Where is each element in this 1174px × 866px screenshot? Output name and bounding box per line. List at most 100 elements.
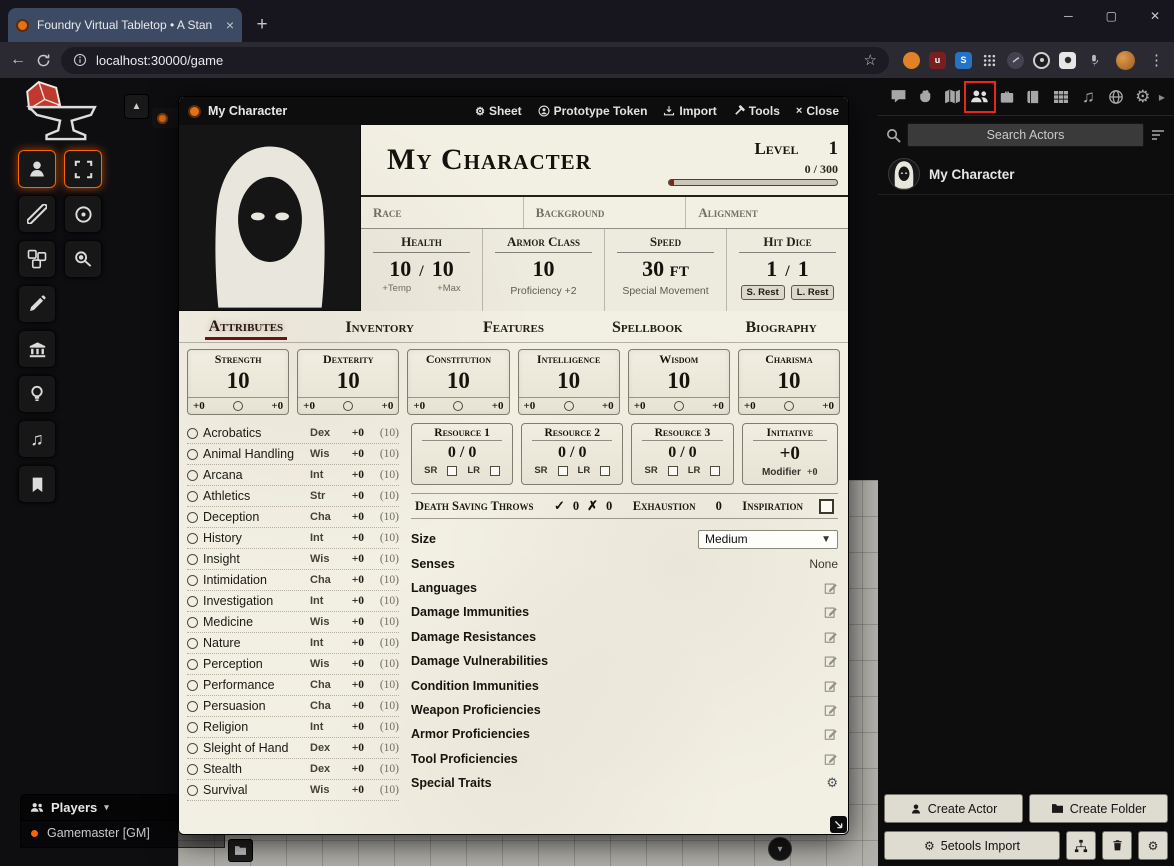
browser-menu-icon[interactable]: ⋮ — [1149, 51, 1164, 69]
hp-current[interactable]: 10 — [389, 257, 411, 281]
hp-tempmax-label[interactable]: +Max — [437, 283, 461, 294]
ext-icon-6[interactable] — [1033, 52, 1050, 69]
ability-proficiency-toggle[interactable] — [564, 401, 574, 411]
select-tool-button[interactable] — [64, 150, 102, 188]
resource-label[interactable]: Resource 1 — [422, 427, 502, 441]
ability-proficiency-toggle[interactable] — [674, 401, 684, 411]
skill-proficiency-toggle[interactable] — [187, 722, 198, 733]
skill-proficiency-toggle[interactable] — [187, 428, 198, 439]
ability-name[interactable]: Dexterity — [298, 352, 398, 367]
edit-icon[interactable] — [824, 752, 838, 766]
skill-proficiency-toggle[interactable] — [187, 470, 198, 481]
sr-checkbox[interactable] — [558, 466, 568, 476]
combat-tab[interactable] — [914, 86, 936, 108]
skill-row[interactable]: Persuasion Cha +0 (10) — [187, 696, 399, 717]
skill-row[interactable]: Investigation Int +0 (10) — [187, 591, 399, 612]
delete-button[interactable] — [1102, 831, 1132, 860]
sr-checkbox[interactable] — [668, 466, 678, 476]
chat-tab[interactable] — [887, 86, 909, 108]
walls-controls-button[interactable] — [18, 330, 56, 368]
reload-button[interactable] — [36, 53, 51, 68]
long-rest-button[interactable]: L. Rest — [791, 285, 835, 300]
skill-proficiency-toggle[interactable] — [187, 575, 198, 586]
ext-icon-1[interactable] — [903, 52, 920, 69]
skill-row[interactable]: Perception Wis +0 (10) — [187, 654, 399, 675]
prototype-token-button[interactable]: Prototype Token — [538, 104, 648, 118]
measure-controls-button[interactable] — [18, 195, 56, 233]
resource-value[interactable]: 0 — [558, 444, 566, 461]
window-resize-handle[interactable] — [830, 816, 847, 833]
ability-score-input[interactable]: 10 — [739, 367, 839, 397]
edit-icon[interactable] — [824, 727, 838, 741]
skill-name[interactable]: Sleight of Hand — [203, 741, 305, 755]
nav-collapse-button[interactable]: ▲ — [124, 94, 149, 119]
settings-tab[interactable]: ⚙ — [1132, 86, 1154, 108]
xp-current[interactable]: 0 — [805, 162, 811, 176]
edit-icon[interactable] — [824, 630, 838, 644]
skill-row[interactable]: Nature Int +0 (10) — [187, 633, 399, 654]
ability-name[interactable]: Charisma — [739, 352, 839, 367]
skill-name[interactable]: Stealth — [203, 762, 305, 776]
skill-row[interactable]: Arcana Int +0 (10) — [187, 465, 399, 486]
resource-value[interactable]: 0 — [448, 444, 456, 461]
resource-max[interactable]: 0 — [689, 444, 697, 461]
ac-value[interactable]: 10 — [483, 257, 604, 281]
death-failure-icon[interactable]: ✗ — [587, 498, 598, 514]
skill-proficiency-toggle[interactable] — [187, 701, 198, 712]
ability-proficiency-toggle[interactable] — [453, 401, 463, 411]
character-portrait[interactable] — [179, 125, 361, 311]
5etools-import-button[interactable]: ⚙ 5etools Import — [884, 831, 1060, 860]
lighting-controls-button[interactable] — [18, 375, 56, 413]
skill-row[interactable]: Sleight of Hand Dex +0 (10) — [187, 738, 399, 759]
tab-spellbook[interactable]: Spellbook — [580, 317, 714, 338]
ability-name[interactable]: Strength — [188, 352, 288, 367]
bookmark-star-icon[interactable]: ☆ — [864, 51, 877, 69]
sort-icon[interactable] — [1150, 127, 1166, 143]
skill-proficiency-toggle[interactable] — [187, 596, 198, 607]
skill-name[interactable]: Perception — [203, 657, 305, 671]
ruler-tool-button[interactable] — [64, 240, 102, 278]
ability-proficiency-toggle[interactable] — [784, 401, 794, 411]
skill-proficiency-toggle[interactable] — [187, 617, 198, 628]
skill-name[interactable]: Medicine — [203, 615, 305, 629]
sr-checkbox[interactable] — [447, 466, 457, 476]
ability-proficiency-toggle[interactable] — [233, 401, 243, 411]
resource-value[interactable]: 0 — [668, 444, 676, 461]
death-failure-count[interactable]: 0 — [606, 499, 612, 514]
speed-value[interactable]: 30 ft — [605, 257, 726, 281]
target-tool-button[interactable] — [64, 195, 102, 233]
skill-proficiency-toggle[interactable] — [187, 533, 198, 544]
ability-score-input[interactable]: 10 — [519, 367, 619, 397]
skill-name[interactable]: Insight — [203, 552, 305, 566]
skill-proficiency-toggle[interactable] — [187, 449, 198, 460]
skill-proficiency-toggle[interactable] — [187, 638, 198, 649]
edit-icon[interactable] — [824, 703, 838, 717]
skill-proficiency-toggle[interactable] — [187, 491, 198, 502]
actors-tab[interactable] — [969, 86, 991, 108]
ability-name[interactable]: Wisdom — [629, 352, 729, 367]
window-close-button[interactable]: ✕ — [1150, 9, 1160, 23]
character-name-input[interactable]: My Character — [387, 143, 668, 177]
configure-button[interactable]: ⚙ — [1138, 831, 1168, 860]
skill-row[interactable]: Religion Int +0 (10) — [187, 717, 399, 738]
new-tab-button[interactable]: + — [248, 11, 276, 39]
search-input[interactable] — [907, 123, 1144, 147]
notes-controls-button[interactable] — [18, 465, 56, 503]
folder-tree-button[interactable] — [1066, 831, 1096, 860]
skill-name[interactable]: Investigation — [203, 594, 305, 608]
ability-score-input[interactable]: 10 — [298, 367, 398, 397]
skill-name[interactable]: Religion — [203, 720, 305, 734]
tab-attributes[interactable]: Attributes — [179, 316, 313, 340]
skill-proficiency-toggle[interactable] — [187, 512, 198, 523]
resource-label[interactable]: Resource 2 — [532, 427, 612, 441]
site-info-icon[interactable] — [73, 53, 87, 67]
skill-name[interactable]: Performance — [203, 678, 305, 692]
ability-score-input[interactable]: 10 — [629, 367, 729, 397]
window-maximize-button[interactable]: ▢ — [1106, 9, 1117, 23]
profile-avatar[interactable] — [1116, 51, 1135, 70]
create-folder-button[interactable]: Create Folder — [1029, 794, 1168, 823]
skill-proficiency-toggle[interactable] — [187, 554, 198, 565]
skill-proficiency-toggle[interactable] — [187, 659, 198, 670]
close-window-button[interactable]: ×Close — [796, 104, 839, 118]
dice-controls-button[interactable] — [18, 240, 56, 278]
